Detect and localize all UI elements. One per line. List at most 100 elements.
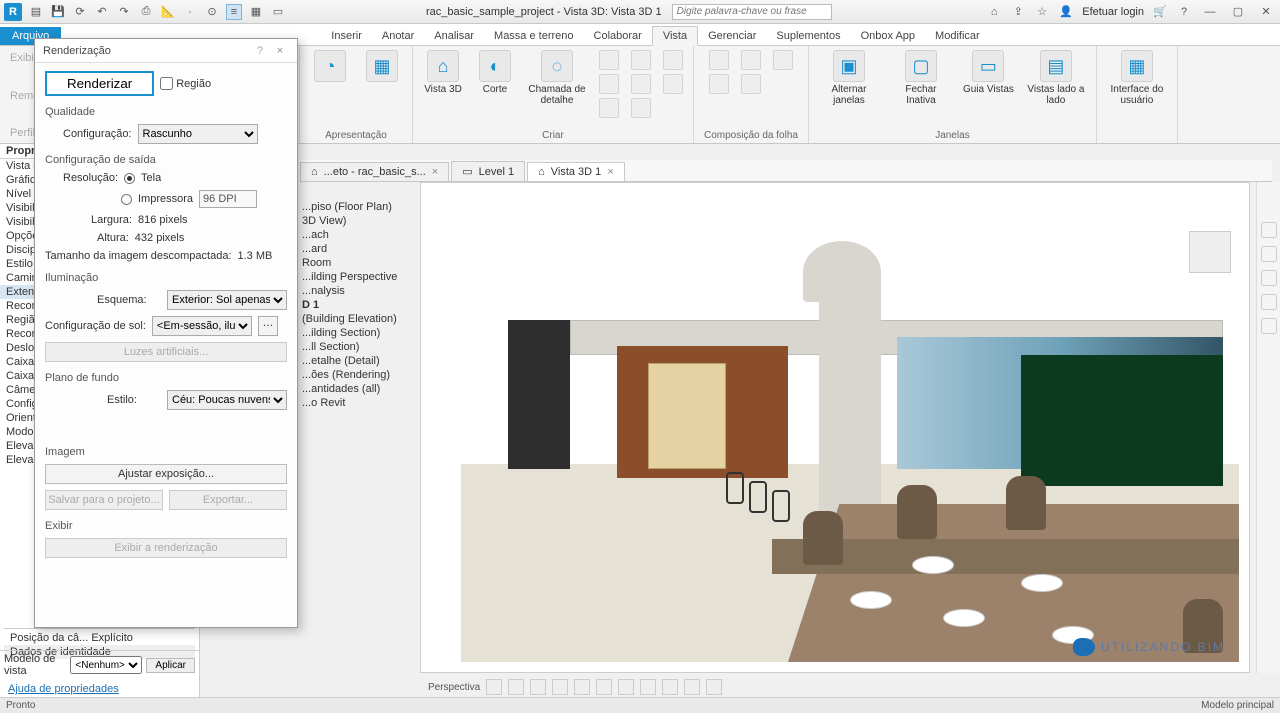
adjust-exposure-button[interactable]: Ajustar exposição... (45, 464, 287, 484)
small-btn-8[interactable] (663, 74, 683, 94)
help-icon[interactable]: ? (1176, 4, 1192, 20)
small-btn-7[interactable] (663, 50, 683, 70)
save-icon[interactable]: 💾 (50, 4, 66, 20)
browser-item[interactable]: ...ll Section) (300, 340, 420, 354)
nav-zoom-icon[interactable] (1261, 270, 1277, 286)
vc-reveal-icon[interactable] (706, 679, 722, 695)
browser-item[interactable]: ...antidades (all) (300, 382, 420, 396)
nav-pan-icon[interactable] (1261, 246, 1277, 262)
browser-item[interactable]: ...ard (300, 242, 420, 256)
doc-tab-level1[interactable]: ▭ Level 1 (451, 161, 525, 181)
vista3d-button[interactable]: ⌂Vista 3D (423, 50, 463, 95)
callout-button[interactable]: ◌Chamada de detalhe (527, 50, 587, 106)
tab-onbox[interactable]: Onbox App (851, 27, 925, 45)
vc-temp-icon[interactable] (684, 679, 700, 695)
vc-sun-icon[interactable] (552, 679, 568, 695)
sheet-btn-5[interactable] (773, 50, 793, 70)
doc-tab-vista3d1[interactable]: ⌂ Vista 3D 1 × (527, 162, 625, 181)
redo-icon[interactable]: ↷ (116, 4, 132, 20)
browser-item[interactable]: (Building Elevation) (300, 312, 420, 326)
close-tab-icon[interactable]: × (432, 166, 438, 178)
tab-modificar[interactable]: Modificar (925, 27, 990, 45)
switch-windows-icon[interactable]: ▭ (270, 4, 286, 20)
small-btn-3[interactable] (599, 98, 619, 118)
browser-item[interactable]: ...o Revit (300, 396, 420, 410)
tab-inserir[interactable]: Inserir (321, 27, 372, 45)
tab-analisar[interactable]: Analisar (424, 27, 484, 45)
tab-gerenciar[interactable]: Gerenciar (698, 27, 766, 45)
browser-item[interactable]: ...ach (300, 228, 420, 242)
browser-item[interactable]: ...ões (Rendering) (300, 368, 420, 382)
sync-icon[interactable]: ⟳ (72, 4, 88, 20)
browser-item[interactable]: ...ilding Section) (300, 326, 420, 340)
small-btn-2[interactable] (599, 74, 619, 94)
tab-views-button[interactable]: ▭Guia Vistas (963, 50, 1014, 95)
screen-radio[interactable] (124, 173, 135, 184)
background-style-select[interactable]: Céu: Poucas nuvens (167, 390, 287, 410)
switch-windows-button[interactable]: ▣Alternar janelas (819, 50, 879, 106)
vc-lock-icon[interactable] (662, 679, 678, 695)
sun-select[interactable]: <Em-sessão, iluminação> (152, 316, 252, 336)
sheet-btn-3[interactable] (741, 50, 761, 70)
view-model-select[interactable]: <Nenhum> (70, 656, 142, 674)
ui-button[interactable]: ▦Interface do usuário (1107, 50, 1167, 106)
browser-item[interactable]: 3D View) (300, 214, 420, 228)
measure-icon[interactable]: 📐 (160, 4, 176, 20)
small-btn-6[interactable] (631, 98, 651, 118)
corte-button[interactable]: ◐Corte (475, 50, 515, 95)
tab-vista[interactable]: Vista (652, 26, 698, 46)
close-inactive-button[interactable]: ▢Fechar Inativa (891, 50, 951, 106)
browser-item[interactable]: ...ilding Perspective (300, 270, 420, 284)
print-icon[interactable]: ⎙ (138, 4, 154, 20)
close-button[interactable]: ✕ (1256, 5, 1276, 18)
tab-colaborar[interactable]: Colaborar (584, 27, 652, 45)
vc-scale-icon[interactable] (486, 679, 502, 695)
star-icon[interactable]: ☆ (1034, 4, 1050, 20)
small-btn-1[interactable] (599, 50, 619, 70)
quality-select[interactable]: Rascunho (138, 124, 258, 144)
search-input[interactable] (672, 4, 832, 20)
region-checkbox[interactable]: Região (160, 77, 211, 90)
gallery-button[interactable]: ▦ (362, 50, 402, 82)
login-text[interactable]: Efetuar login (1082, 6, 1144, 18)
sun-settings-button[interactable]: … (258, 316, 278, 336)
tab-massa[interactable]: Massa e terreno (484, 27, 583, 45)
browser-item[interactable]: D 1 (300, 298, 420, 312)
render-button[interactable]: Renderizar (45, 71, 154, 96)
sheet-btn-4[interactable] (741, 74, 761, 94)
maximize-button[interactable]: ▢ (1228, 5, 1248, 18)
sheet-btn-2[interactable] (709, 74, 729, 94)
vc-shadow-icon[interactable] (574, 679, 590, 695)
dialog-help-icon[interactable]: ? (257, 45, 263, 57)
nav-orbit-icon[interactable] (1261, 294, 1277, 310)
printer-radio[interactable] (121, 194, 132, 205)
viewcube[interactable] (1189, 231, 1231, 273)
render-button[interactable]: ◔ (310, 50, 350, 84)
close-hidden-icon[interactable]: ▦ (248, 4, 264, 20)
thin-lines-icon[interactable]: ≡ (226, 4, 242, 20)
browser-item[interactable]: Room (300, 256, 420, 270)
small-btn-4[interactable] (631, 50, 651, 70)
vc-style-icon[interactable] (530, 679, 546, 695)
view-canvas[interactable]: UTILIZANDO BIM (461, 223, 1239, 662)
nav-wheel-icon[interactable] (1261, 222, 1277, 238)
search-box[interactable] (672, 4, 832, 20)
tile-views-button[interactable]: ▤Vistas lado a lado (1026, 50, 1086, 106)
share-icon[interactable]: ⇪ (1010, 4, 1026, 20)
minimize-button[interactable]: — (1200, 6, 1220, 18)
tab-suplementos[interactable]: Suplementos (766, 27, 850, 45)
scheme-select[interactable]: Exterior: Sol apenas (167, 290, 287, 310)
properties-help-link[interactable]: Ajuda de propriedades (4, 681, 123, 697)
vc-crop-icon[interactable] (618, 679, 634, 695)
doc-tab-project[interactable]: ⌂ ...eto - rac_basic_s... × (300, 162, 449, 181)
tab-anotar[interactable]: Anotar (372, 27, 424, 45)
nav-back-icon[interactable]: ⊙ (204, 4, 220, 20)
vc-render-icon[interactable] (596, 679, 612, 695)
browser-item[interactable]: ...etalhe (Detail) (300, 354, 420, 368)
browser-item[interactable]: ...nalysis (300, 284, 420, 298)
small-btn-5[interactable] (631, 74, 651, 94)
dialog-close-button[interactable]: × (271, 45, 289, 57)
nav-look-icon[interactable] (1261, 318, 1277, 334)
vc-detail-icon[interactable] (508, 679, 524, 695)
apply-button[interactable]: Aplicar (146, 658, 195, 673)
